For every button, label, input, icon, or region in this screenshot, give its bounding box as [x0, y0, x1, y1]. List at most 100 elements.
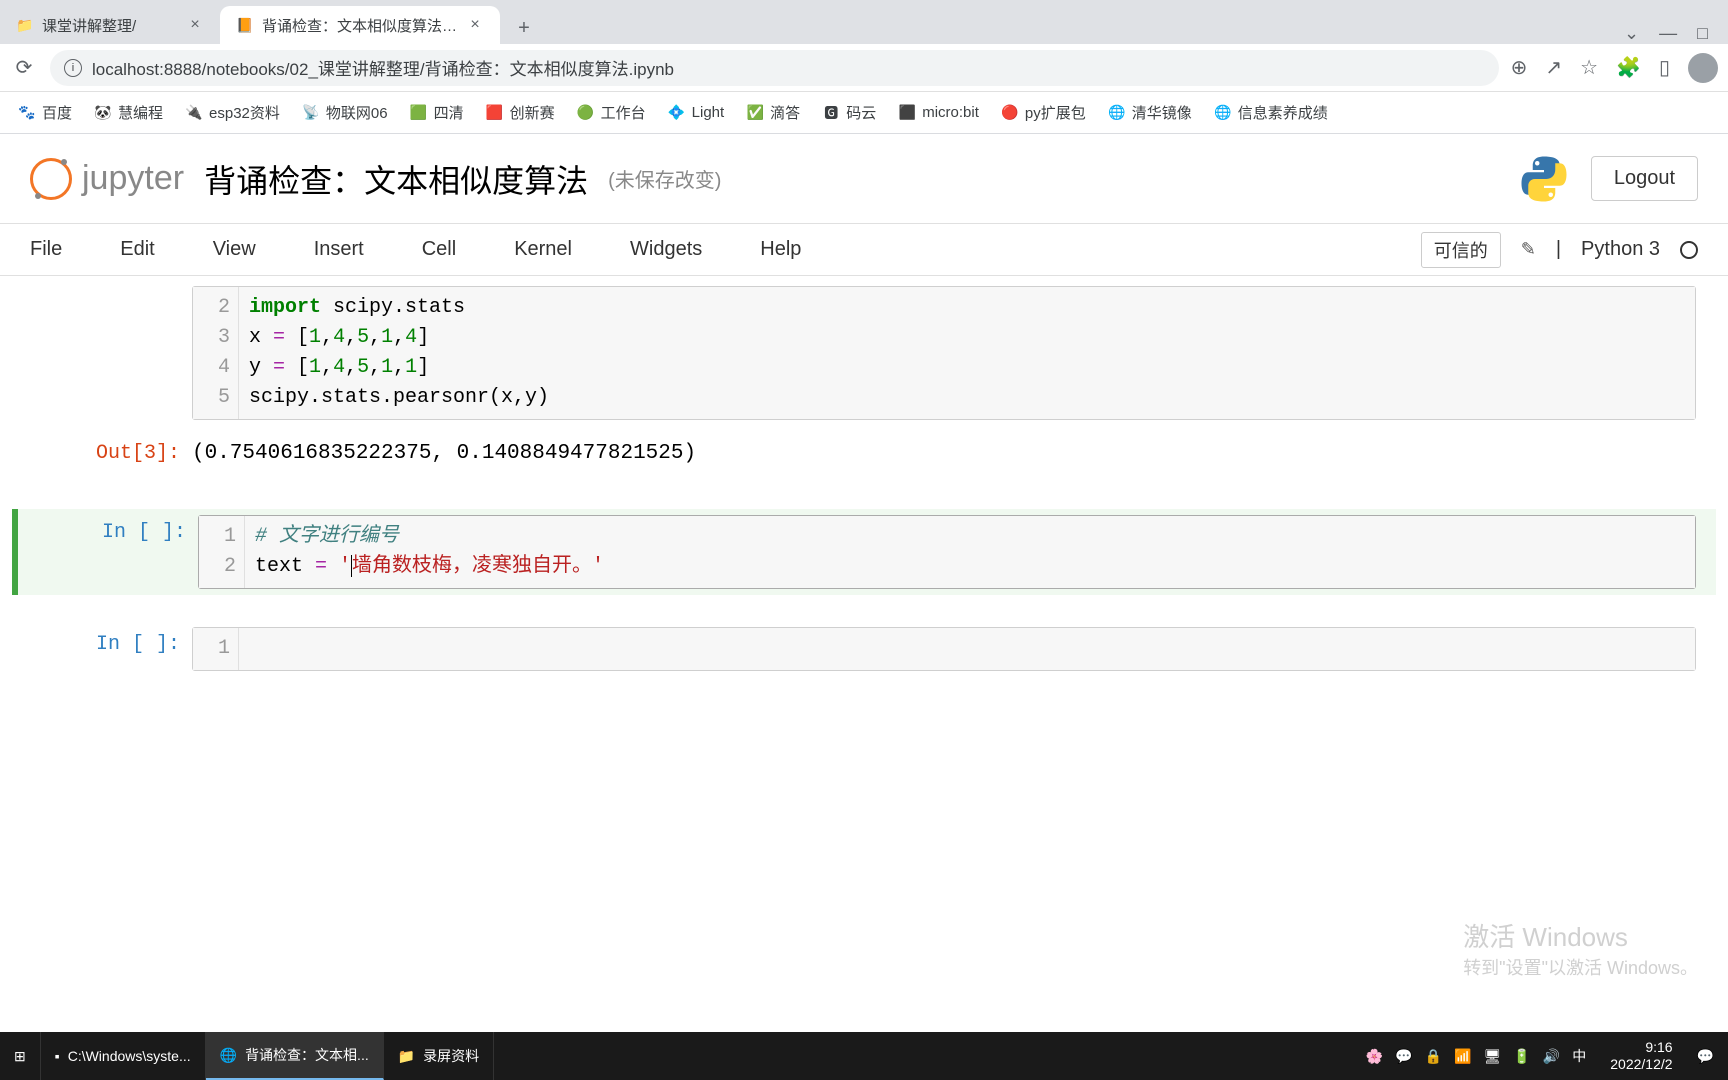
tray-icon-3[interactable]: 🔒	[1425, 1048, 1442, 1065]
bookmark-huibiancheng[interactable]: 🐼慧编程	[86, 98, 171, 127]
menu-bar: File Edit View Insert Cell Kernel Widget…	[0, 224, 1728, 276]
code-content[interactable]	[239, 628, 1695, 670]
speaker-icon[interactable]: 🔊	[1543, 1048, 1560, 1065]
menu-file[interactable]: File	[30, 238, 62, 261]
microbit-icon: ⬛	[898, 104, 916, 122]
globe-icon: 🌐	[1108, 104, 1126, 122]
address-bar: ⟳ i localhost:8888/notebooks/02_课堂讲解整理/背…	[0, 44, 1728, 92]
light-icon: 💠	[668, 104, 686, 122]
tray-icon-1[interactable]: 🌸	[1366, 1048, 1383, 1065]
url-text: localhost:8888/notebooks/02_课堂讲解整理/背诵检查：…	[92, 55, 674, 80]
bookmark-py[interactable]: 🔴py扩展包	[993, 98, 1094, 127]
code-input[interactable]: 2 3 4 5 import scipy.stats x = [1,4,5,1,…	[192, 286, 1696, 420]
folder-icon: 📁	[16, 16, 34, 34]
taskbar: ⊞ ▪C:\Windows\syste... 🌐背诵检查：文本相... 📁录屏资…	[0, 1032, 1728, 1080]
panda-icon: 🐼	[94, 104, 112, 122]
bookmark-tsinghua[interactable]: 🌐清华镜像	[1100, 98, 1200, 127]
bookmark-xinxi[interactable]: 🌐信息素养成绩	[1206, 98, 1336, 127]
menu-view[interactable]: View	[213, 238, 256, 261]
star-icon[interactable]: ☆	[1580, 55, 1598, 80]
python-logo-icon	[1517, 152, 1571, 206]
bookmark-light[interactable]: 💠Light	[660, 100, 733, 126]
code-content[interactable]: import scipy.stats x = [1,4,5,1,4] y = […	[239, 287, 1695, 419]
cell-prompt	[12, 286, 192, 420]
windows-watermark: 激活 Windows 转到"设置"以激活 Windows。	[1463, 917, 1698, 980]
output-prompt: Out[3]:	[12, 436, 192, 471]
notification-icon[interactable]: 💬	[1697, 1048, 1714, 1065]
new-tab-button[interactable]: +	[508, 12, 540, 44]
task-cmd[interactable]: ▪C:\Windows\syste...	[41, 1032, 206, 1080]
info-icon[interactable]: i	[64, 59, 82, 77]
logout-button[interactable]: Logout	[1591, 156, 1698, 201]
output-cell-1: Out[3]: (0.7540616835222375, 0.140884947…	[12, 430, 1716, 477]
extensions-icon[interactable]: 🧩	[1616, 55, 1641, 80]
bookmark-microbit[interactable]: ⬛micro:bit	[890, 100, 987, 126]
kernel-name[interactable]: Python 3	[1581, 238, 1660, 261]
gitee-icon: 🅶	[822, 104, 840, 122]
menu-edit[interactable]: Edit	[120, 238, 154, 261]
bookmarks-bar: 🐾百度 🐼慧编程 🔌esp32资料 📡物联网06 🟩四清 🟥创新赛 🟢工作台 💠…	[0, 92, 1728, 134]
trust-indicator[interactable]: 可信的	[1421, 232, 1501, 268]
menu-kernel[interactable]: Kernel	[514, 238, 572, 261]
iot-icon: 📡	[302, 104, 320, 122]
tray-icon-6[interactable]: 🔋	[1513, 1048, 1530, 1065]
bookmark-dida[interactable]: ✅滴答	[738, 98, 808, 127]
avatar[interactable]	[1688, 53, 1718, 83]
menu-cell[interactable]: Cell	[422, 238, 456, 261]
menu-help[interactable]: Help	[760, 238, 801, 261]
menu-insert[interactable]: Insert	[314, 238, 364, 261]
start-button[interactable]: ⊞	[0, 1032, 41, 1080]
clock[interactable]: 9:16 2022/12/2	[1598, 1039, 1684, 1073]
pencil-icon[interactable]: ✎	[1521, 239, 1536, 260]
system-tray[interactable]: 🌸 💬 🔒 📶 🖥 🔋 🔊 中 9:16 2022/12/2 💬	[1352, 1039, 1728, 1073]
close-icon[interactable]: ×	[466, 16, 484, 34]
line-gutter: 1 2	[199, 516, 245, 588]
reload-button[interactable]: ⟳	[10, 54, 38, 82]
notebook-title[interactable]: 背诵检查：文本相似度算法	[204, 156, 588, 202]
menu-widgets[interactable]: Widgets	[630, 238, 702, 261]
share-icon[interactable]: ↗	[1545, 55, 1562, 80]
bookmark-chuangxin[interactable]: 🟥创新赛	[478, 98, 563, 127]
task-chrome[interactable]: 🌐背诵检查：文本相...	[206, 1032, 384, 1080]
green-icon: 🟩	[410, 104, 428, 122]
jupyter-favicon-icon: 📙	[236, 16, 254, 34]
globe-icon: 🌐	[1214, 104, 1232, 122]
close-icon[interactable]: ×	[186, 16, 204, 34]
bookmark-baidu[interactable]: 🐾百度	[10, 98, 80, 127]
teal-icon: 🟢	[577, 104, 595, 122]
tray-icon-5[interactable]: 🖥	[1484, 1048, 1502, 1065]
bookmark-wulianwang[interactable]: 📡物联网06	[294, 98, 396, 127]
paw-icon: 🐾	[18, 104, 36, 122]
py-icon: 🔴	[1001, 104, 1019, 122]
bookmark-esp32[interactable]: 🔌esp32资料	[177, 98, 288, 127]
code-input[interactable]: 1	[192, 627, 1696, 671]
code-cell-1[interactable]: 2 3 4 5 import scipy.stats x = [1,4,5,1,…	[12, 280, 1716, 426]
tab-title: 背诵检查：文本相似度算法 - Jup	[262, 15, 458, 36]
line-gutter: 1	[193, 628, 239, 670]
notebook-area: 2 3 4 5 import scipy.stats x = [1,4,5,1,…	[0, 280, 1728, 677]
bookmark-mayun[interactable]: 🅶码云	[814, 98, 884, 127]
url-input[interactable]: i localhost:8888/notebooks/02_课堂讲解整理/背诵检…	[50, 50, 1499, 86]
code-input[interactable]: 1 2 # 文字进行编号 text = '墙角数枝梅，凌寒独自开。'	[198, 515, 1696, 589]
code-cell-3[interactable]: In [ ]: 1	[12, 621, 1716, 677]
tray-icon-4[interactable]: 📶	[1454, 1048, 1471, 1065]
minimize-icon[interactable]: —	[1659, 23, 1677, 44]
code-content[interactable]: # 文字进行编号 text = '墙角数枝梅，凌寒独自开。'	[245, 516, 1695, 588]
bookmark-gongzuotai[interactable]: 🟢工作台	[569, 98, 654, 127]
jupyter-brand-text: jupyter	[82, 159, 184, 198]
tray-icon-2[interactable]: 💬	[1395, 1048, 1412, 1065]
ime-icon[interactable]: 中	[1572, 1046, 1586, 1066]
bookmark-siqing[interactable]: 🟩四清	[402, 98, 472, 127]
browser-tab-1[interactable]: 📁 课堂讲解整理/ ×	[0, 6, 220, 44]
chevron-down-icon[interactable]: ⌄	[1624, 23, 1639, 44]
jupyter-logo[interactable]: jupyter	[30, 158, 184, 200]
restore-icon[interactable]: □	[1697, 23, 1708, 44]
panel-icon[interactable]: ▯	[1659, 55, 1670, 80]
code-cell-2[interactable]: In [ ]: 1 2 # 文字进行编号 text = '墙角数枝梅，凌寒独自开…	[12, 509, 1716, 595]
line-gutter: 2 3 4 5	[193, 287, 239, 419]
zoom-icon[interactable]: ⊕	[1511, 55, 1528, 80]
output-text: (0.7540616835222375, 0.1408849477821525)	[192, 436, 1716, 471]
task-folder[interactable]: 📁录屏资料	[384, 1032, 494, 1080]
chip-icon: 🔌	[185, 104, 203, 122]
browser-tab-2[interactable]: 📙 背诵检查：文本相似度算法 - Jup ×	[220, 6, 500, 44]
